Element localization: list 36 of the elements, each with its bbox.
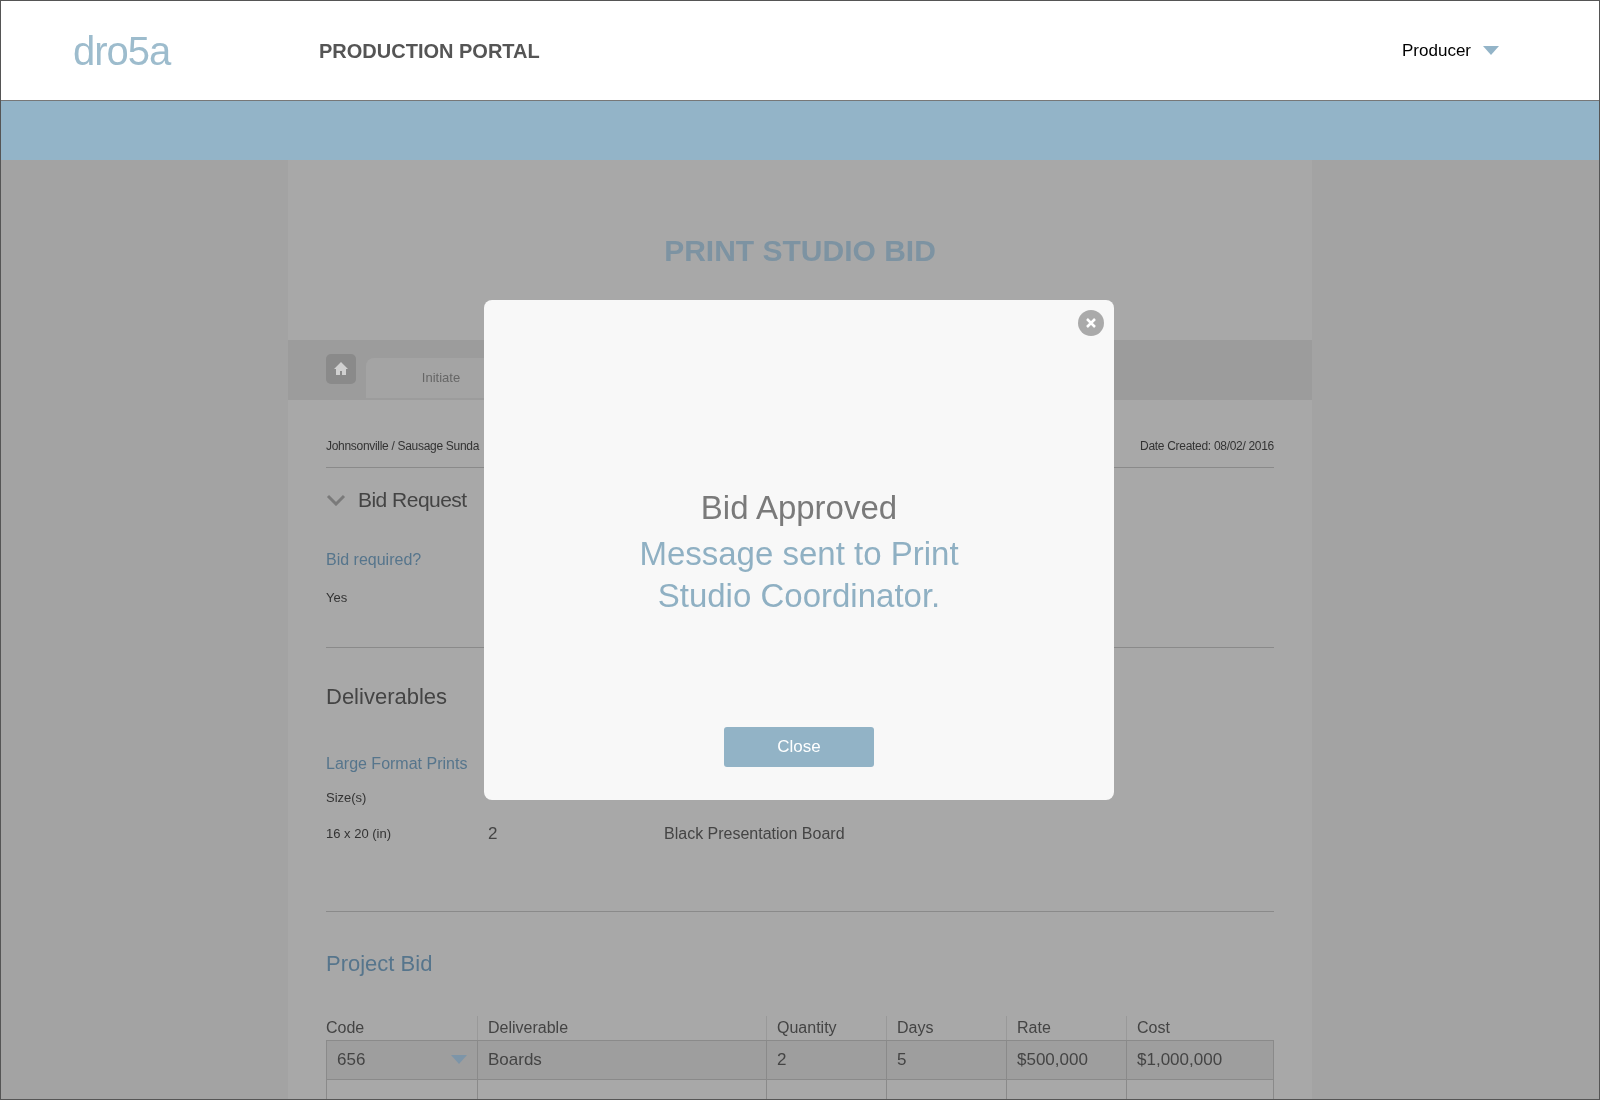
- home-icon[interactable]: [326, 354, 356, 384]
- cell-text: 5: [897, 1048, 907, 1071]
- cell-text: 2: [777, 1048, 787, 1071]
- column-header: Code: [326, 1017, 366, 1038]
- caret-icon: [451, 1055, 467, 1064]
- field-value: 2: [488, 822, 499, 845]
- cell-text: $500,000: [1017, 1048, 1088, 1071]
- app-title: PRODUCTION PORTAL: [319, 38, 540, 64]
- breadcrumb: Johnsonville / Sausage Sunda: [326, 438, 480, 455]
- modal-heading: Bid Approved: [700, 488, 898, 528]
- field-label: Bid required?: [326, 550, 422, 570]
- modal-message: Message sent to Print Studio Coordinator.: [638, 533, 960, 616]
- column-header: Cost: [1126, 1015, 1244, 1040]
- field-value: Yes: [326, 589, 348, 607]
- section-title: Deliverables: [326, 682, 449, 711]
- date-created: Date Created: 08/02/ 2016: [1140, 438, 1274, 455]
- section-title: Project Bid: [326, 950, 433, 978]
- user-menu[interactable]: Producer: [1402, 37, 1499, 64]
- field-value: Black Presentation Board: [664, 823, 845, 844]
- column-header: Days: [886, 1015, 1006, 1040]
- chevron-icon[interactable]: [326, 494, 346, 506]
- section-title: Bid Request: [358, 487, 467, 514]
- table-cell[interactable]: 656: [326, 1040, 477, 1079]
- cell-text: $1,000,000: [1137, 1048, 1223, 1071]
- field-value: 16 x 20 (in): [326, 824, 393, 843]
- column-header: Deliverable: [477, 1015, 766, 1040]
- close-icon[interactable]: [1078, 310, 1104, 336]
- field-label: Large Format Prints: [326, 754, 468, 774]
- column-header: Quantity: [766, 1015, 886, 1040]
- caret-icon: [1483, 46, 1499, 55]
- logo: dro5a: [73, 27, 173, 75]
- field-label: Size(s): [326, 789, 367, 807]
- column-header: Rate: [1006, 1015, 1126, 1040]
- cell-text: 656: [337, 1048, 366, 1071]
- close-button[interactable]: Close: [724, 726, 874, 767]
- cell-text: Boards: [488, 1048, 542, 1071]
